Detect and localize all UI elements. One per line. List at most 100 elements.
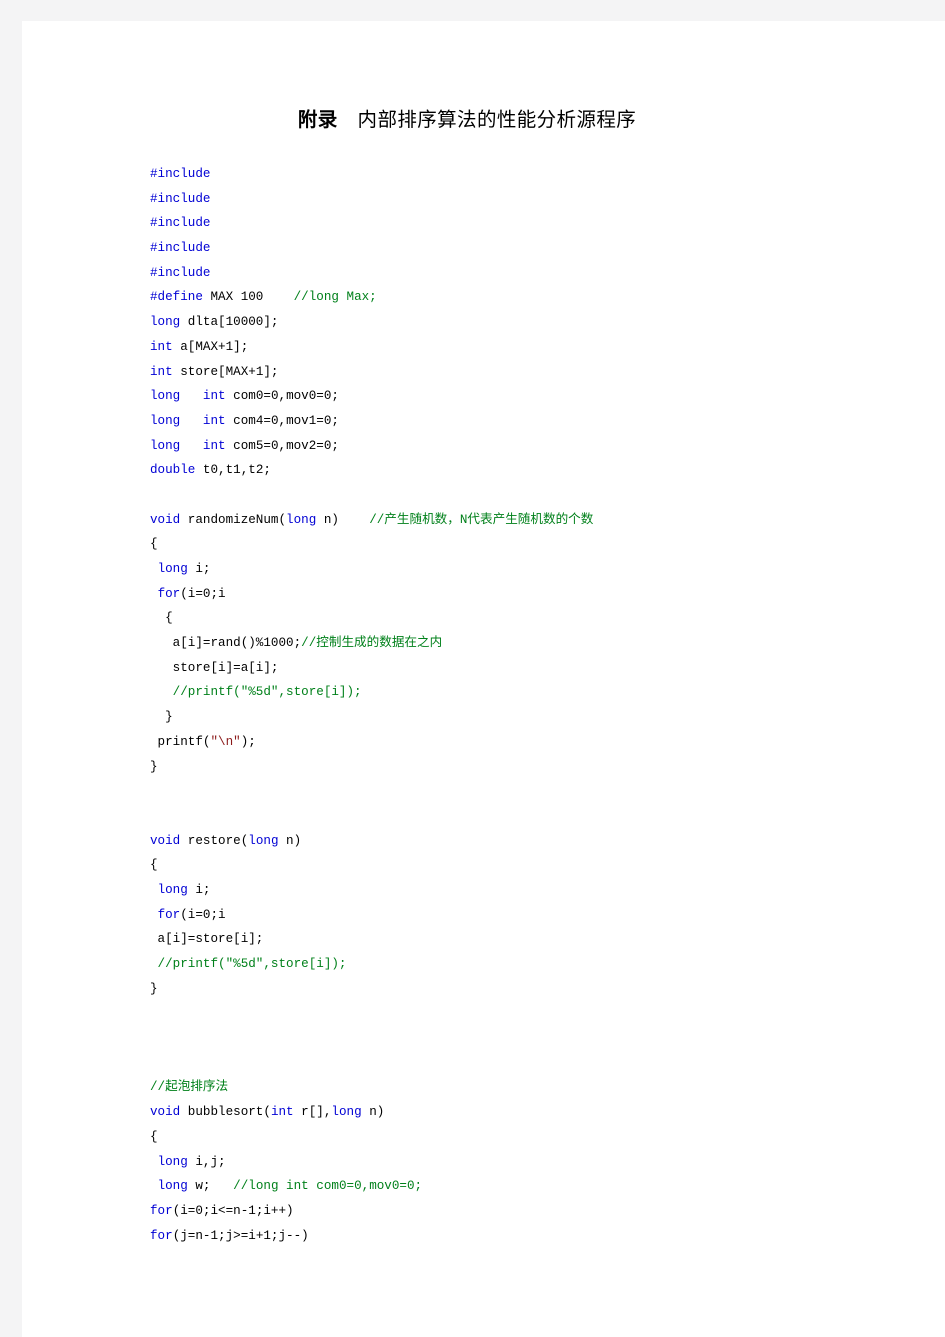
code-token-pln: n): [278, 833, 302, 848]
page-title-bold: 附录: [297, 110, 338, 131]
code-line: long i;: [150, 878, 910, 903]
code-line: int store[MAX+1];: [150, 360, 910, 385]
code-token-kw: double: [150, 463, 196, 478]
code-token-pln: store[i]=a[i];: [150, 660, 279, 675]
code-token-kw: void: [150, 512, 181, 527]
code-line: {: [150, 1125, 910, 1150]
code-token-kw: long: [157, 1179, 188, 1194]
code-line: a[i]=rand()%1000;//控制生成的数据在之内: [150, 631, 910, 656]
code-line: }: [150, 705, 910, 730]
code-token-pln: [180, 439, 203, 453]
code-line: double t0,t1,t2;: [150, 458, 910, 483]
code-token-pln: com4=0,mov1=0;: [225, 413, 339, 428]
code-token-kw: long: [157, 1154, 188, 1169]
code-token-pln: [150, 562, 158, 576]
code-token-pln: [180, 389, 203, 403]
code-line: store[i]=a[i];: [150, 656, 910, 681]
code-line: #include: [150, 162, 910, 187]
code-token-pln: [150, 908, 158, 922]
code-token-pln: t0,t1,t2;: [195, 463, 271, 478]
code-line: printf("\n");: [150, 730, 910, 755]
code-token-kw: #include: [150, 167, 211, 181]
code-line: //printf("%5d",store[i]);: [150, 680, 910, 705]
code-token-cmt: //long int com0=0,mov0=0;: [233, 1179, 423, 1194]
code-line: long int com4=0,mov1=0;: [150, 409, 910, 434]
code-token-pln: }: [150, 710, 173, 725]
code-token-pln: {: [150, 858, 158, 873]
code-line: long int com5=0,mov2=0;: [150, 434, 910, 459]
code-token-kw: void: [150, 833, 181, 848]
code-line: #include: [150, 211, 910, 236]
code-token-kw: for: [150, 1203, 173, 1218]
code-token-pln: {: [150, 1129, 158, 1144]
code-line: {: [150, 532, 910, 557]
code-token-kw: for: [157, 586, 181, 601]
code-token-pln: [150, 1155, 158, 1169]
code-token-kw: #include: [150, 241, 211, 256]
code-token-pln: i;: [187, 562, 211, 576]
code-token-pln: [150, 1179, 158, 1193]
code-line: {: [150, 853, 910, 878]
code-token-cmt: //控制生成的数据在之内: [301, 636, 443, 651]
code-token-pln: n): [361, 1105, 385, 1120]
code-line: //起泡排序法: [150, 1075, 910, 1100]
code-token-str: "\n": [210, 734, 241, 749]
code-token-pln: (i=0;i<=n-1;i++): [172, 1203, 294, 1218]
code-token-pln: {: [150, 611, 173, 626]
code-line: int a[MAX+1];: [150, 335, 910, 360]
code-line: for(j=n-1;j>=i+1;j--): [150, 1224, 910, 1249]
document-page: 附录 内部排序算法的性能分析源程序 #include #include #inclu…: [22, 21, 945, 1337]
code-token-kw: int: [150, 339, 173, 354]
code-line: #define MAX 100 //long Max;: [150, 285, 910, 310]
code-token-kw: long: [157, 562, 188, 576]
code-token-kw: long: [150, 413, 181, 428]
code-line: }: [150, 977, 910, 1002]
code-line: long i;: [150, 557, 910, 582]
code-token-kw: #include: [150, 265, 211, 280]
code-token-kw: int: [150, 364, 173, 379]
code-token-pln: bubblesort(: [180, 1105, 271, 1120]
code-token-pln: a[MAX+1];: [172, 339, 249, 354]
code-line: long w; //long int com0=0,mov0=0;: [150, 1174, 910, 1199]
code-token-kw: long: [150, 389, 181, 404]
page-title: 附录 内部排序算法的性能分析源程序: [22, 103, 912, 132]
code-token-pln: MAX 100: [202, 290, 294, 305]
code-token-pln: }: [150, 981, 158, 996]
code-token-pln: store[MAX+1];: [172, 364, 279, 379]
code-line: long i,j;: [150, 1150, 910, 1175]
code-token-pln: );: [240, 734, 256, 749]
code-line: for(i=0;i: [150, 582, 910, 607]
code-token-cmt: //long Max;: [293, 290, 377, 305]
code-line: long dlta[10000];: [150, 310, 910, 335]
code-token-kw: int: [202, 389, 226, 404]
code-token-pln: a[i]=store[i];: [150, 932, 264, 947]
code-token-kw: long: [286, 512, 317, 527]
code-line: void bubblesort(int r[],long n): [150, 1100, 910, 1125]
code-line: }: [150, 755, 910, 780]
code-token-kw: int: [270, 1105, 294, 1120]
code-token-pln: com5=0,mov2=0;: [225, 438, 339, 453]
code-token-pln: a[i]=rand()%1000;: [150, 636, 302, 651]
code-line: long int com0=0,mov0=0;: [150, 384, 910, 409]
code-token-pln: dlta[10000];: [180, 315, 279, 330]
code-token-kw: long: [248, 833, 279, 848]
code-token-kw: int: [202, 438, 226, 453]
source-code-block: #include #include #include #include #include…: [150, 162, 910, 1248]
code-token-kw: #define: [150, 290, 203, 305]
code-token-cmt: //printf("%5d",store[i]);: [150, 685, 362, 700]
code-token-pln: {: [150, 537, 158, 552]
code-line: #include: [150, 187, 910, 212]
code-token-pln: }: [150, 759, 158, 774]
code-line: void randomizeNum(long n) //产生随机数，N代表产生随…: [150, 508, 910, 533]
code-token-kw: int: [202, 413, 226, 428]
code-token-kw: long: [157, 882, 188, 897]
code-line: a[i]=store[i];: [150, 927, 910, 952]
code-token-kw: long: [150, 315, 181, 330]
code-line: {: [150, 606, 910, 631]
code-token-kw: long: [150, 438, 181, 453]
